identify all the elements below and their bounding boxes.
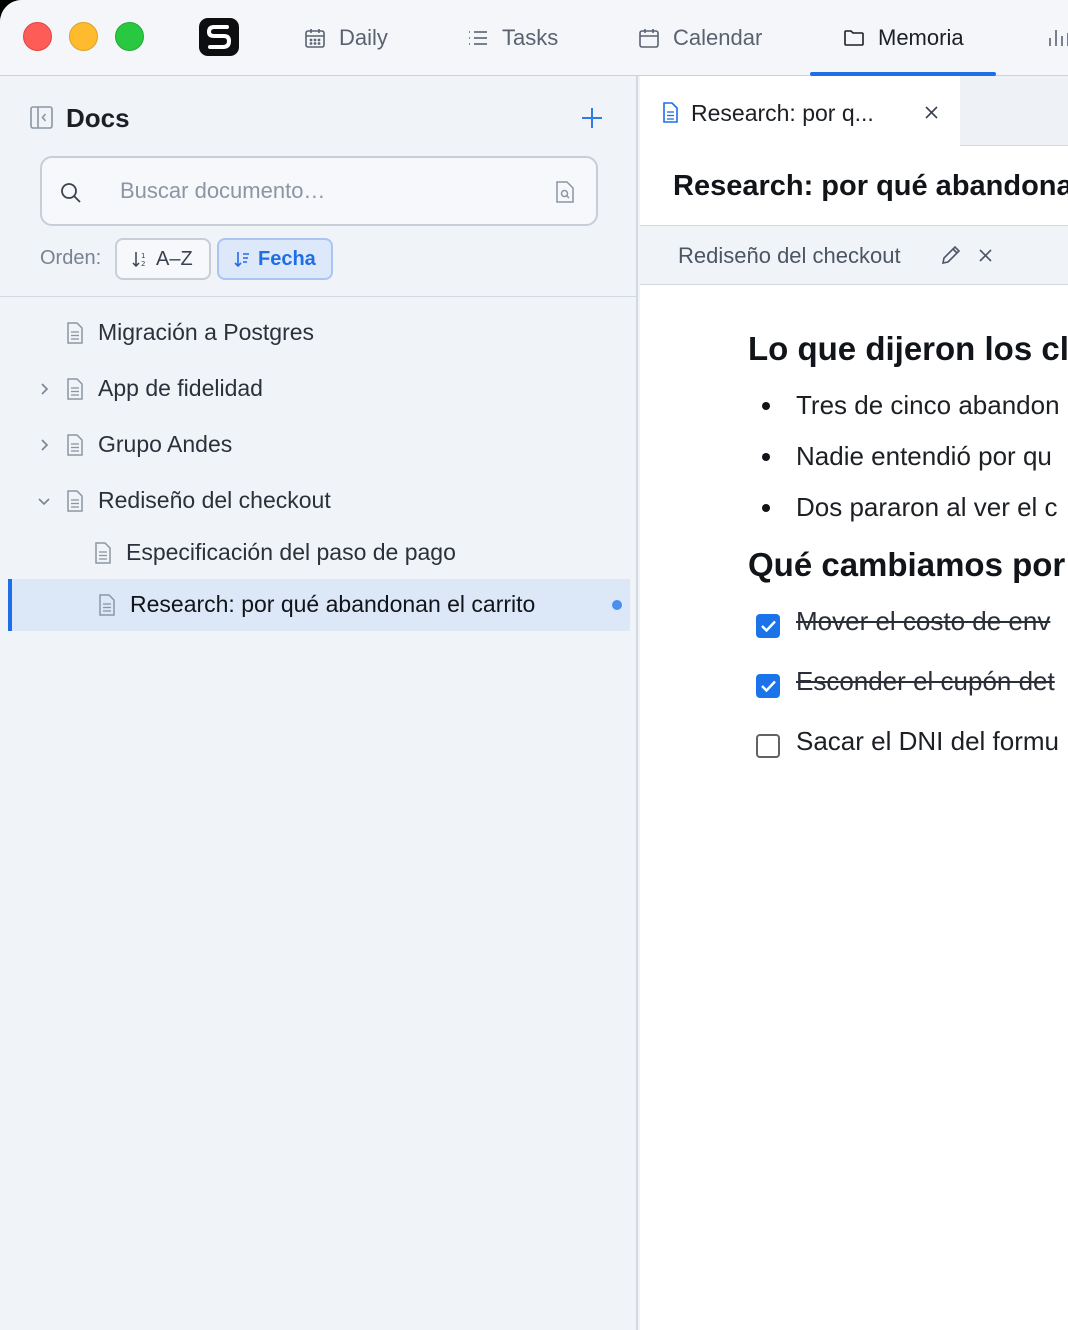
bullet-item: Nadie entendió por qu — [796, 441, 1052, 471]
remove-parent-icon[interactable] — [978, 248, 993, 263]
document-icon — [99, 594, 115, 616]
close-window-button[interactable] — [23, 22, 52, 51]
task-item-text: Mover el costo de env — [796, 606, 1051, 636]
document-icon — [95, 542, 111, 564]
search-icon — [61, 183, 81, 203]
nav-tab-daily[interactable]: Daily — [303, 0, 388, 76]
sort-date-button[interactable]: Fecha — [217, 238, 333, 280]
docs-sidebar: Docs Orden: — [0, 76, 638, 1330]
doc-title-row: Research: por qué abandonan el carrito — [640, 146, 1068, 226]
nav-tab-label: Daily — [339, 25, 388, 50]
pencil-icon[interactable] — [940, 244, 962, 266]
tree-item-label: Especificación del paso de pago — [126, 539, 456, 565]
document-icon — [67, 322, 83, 344]
list-icon — [469, 31, 487, 45]
bullet-marker — [762, 402, 770, 410]
checkmark-icon — [761, 620, 776, 633]
document-icon — [67, 378, 83, 400]
tree-item-research-carrito[interactable]: Research: por qué abandonan el carrito — [8, 579, 630, 631]
task-checkbox[interactable] — [756, 674, 780, 698]
bullet-marker — [762, 453, 770, 461]
add-doc-icon[interactable] — [578, 104, 606, 132]
section-heading: Lo que dijeron los cl — [748, 330, 1068, 367]
search-input[interactable] — [120, 172, 540, 210]
tree-item-rediseno-checkout[interactable]: Rediseño del checkout — [0, 475, 630, 527]
tree-item-label: Rediseño del checkout — [98, 487, 331, 513]
bar-chart-icon — [1049, 30, 1068, 46]
app-window: Daily Tasks Calendar Memoria Docs Buscar… — [0, 0, 1068, 1330]
task-checkbox[interactable] — [756, 614, 780, 638]
tree-item-label: App de fidelidad — [98, 375, 263, 401]
tree-item-label: Migración a Postgres — [98, 319, 315, 345]
nav-tab-label: Memoria — [878, 25, 964, 50]
close-icon[interactable] — [924, 105, 939, 120]
document-icon — [663, 102, 678, 123]
folder-icon — [844, 30, 864, 46]
editor-tab-strip: Research: por q... — [640, 76, 1068, 147]
svg-text:2: 2 — [141, 260, 145, 268]
nav-tab-label: Tasks — [502, 25, 559, 50]
nav-tab-stats[interactable] — [1046, 0, 1068, 76]
checkmark-icon — [761, 680, 776, 693]
doc-title[interactable]: Research: por qué abandonan el carrito — [673, 170, 1068, 203]
minimize-window-button[interactable] — [69, 22, 98, 51]
sort-alpha-icon: 1 2 — [132, 252, 145, 268]
chevron-right-icon[interactable] — [37, 382, 51, 396]
tree-item-label: Grupo Andes — [98, 431, 233, 457]
nav-tab-tasks[interactable]: Tasks — [466, 0, 558, 76]
unsaved-indicator — [612, 600, 622, 610]
sidebar-collapse-icon[interactable] — [30, 106, 53, 129]
section-heading: Qué cambiamos por — [748, 546, 1066, 583]
tree-item-app-fidelidad[interactable]: App de fidelidad — [0, 363, 630, 415]
task-item-text: Sacar el DNI del formu — [796, 726, 1059, 756]
bullet-item: Tres de cinco abandon — [796, 390, 1060, 420]
calendar-icon — [639, 29, 659, 48]
editor-pane: Research: por q... Research: por qué aba… — [640, 76, 1068, 1330]
document-icon — [67, 490, 83, 512]
task-item-text: Esconder el cupón det — [796, 666, 1055, 696]
nav-tab-calendar[interactable]: Calendar — [637, 0, 762, 76]
chevron-right-icon[interactable] — [37, 438, 51, 452]
sort-order-label: Orden: — [40, 247, 102, 269]
svg-text:1: 1 — [141, 252, 145, 260]
nav-tab-memoria[interactable]: Memoria — [810, 0, 996, 76]
sort-az-label: A–Z — [156, 247, 193, 270]
document-search-icon — [556, 181, 574, 203]
title-bar: Daily Tasks Calendar Memoria — [0, 0, 1068, 76]
tree-item-especificacion-pago[interactable]: Especificación del paso de pago — [0, 527, 630, 579]
app-logo — [199, 18, 239, 56]
open-doc-tab[interactable]: Research: por q... — [640, 76, 960, 147]
sidebar-header: Docs Orden: — [0, 76, 638, 297]
search-field[interactable] — [40, 156, 598, 226]
nav-tab-label: Calendar — [673, 25, 763, 50]
tree-item-grupo-andes[interactable]: Grupo Andes — [0, 419, 630, 471]
bullet-item: Dos pararon al ver el c — [796, 492, 1058, 522]
parent-doc-row: Rediseño del checkout — [640, 226, 1068, 285]
task-checkbox[interactable] — [756, 734, 780, 758]
sort-date-icon — [234, 252, 249, 268]
sort-az-button[interactable]: 1 2 A–Z — [115, 238, 211, 280]
parent-doc-name[interactable]: Rediseño del checkout — [678, 243, 901, 269]
tree-item-label: Research: por qué abandonan el carrito — [130, 591, 536, 617]
doc-content[interactable]: Lo que dijeron los cl Tres de cinco aban… — [640, 286, 1068, 1330]
sort-date-label: Fecha — [258, 247, 316, 270]
zoom-window-button[interactable] — [115, 22, 144, 51]
sidebar-title: Docs — [66, 103, 130, 133]
tree-item-migracion[interactable]: Migración a Postgres — [0, 307, 630, 359]
bullet-marker — [762, 504, 770, 512]
tab-label: Research: por q... — [691, 100, 874, 126]
chevron-down-icon[interactable] — [37, 494, 51, 508]
document-icon — [67, 434, 83, 456]
calendar-grid-icon — [305, 29, 325, 48]
